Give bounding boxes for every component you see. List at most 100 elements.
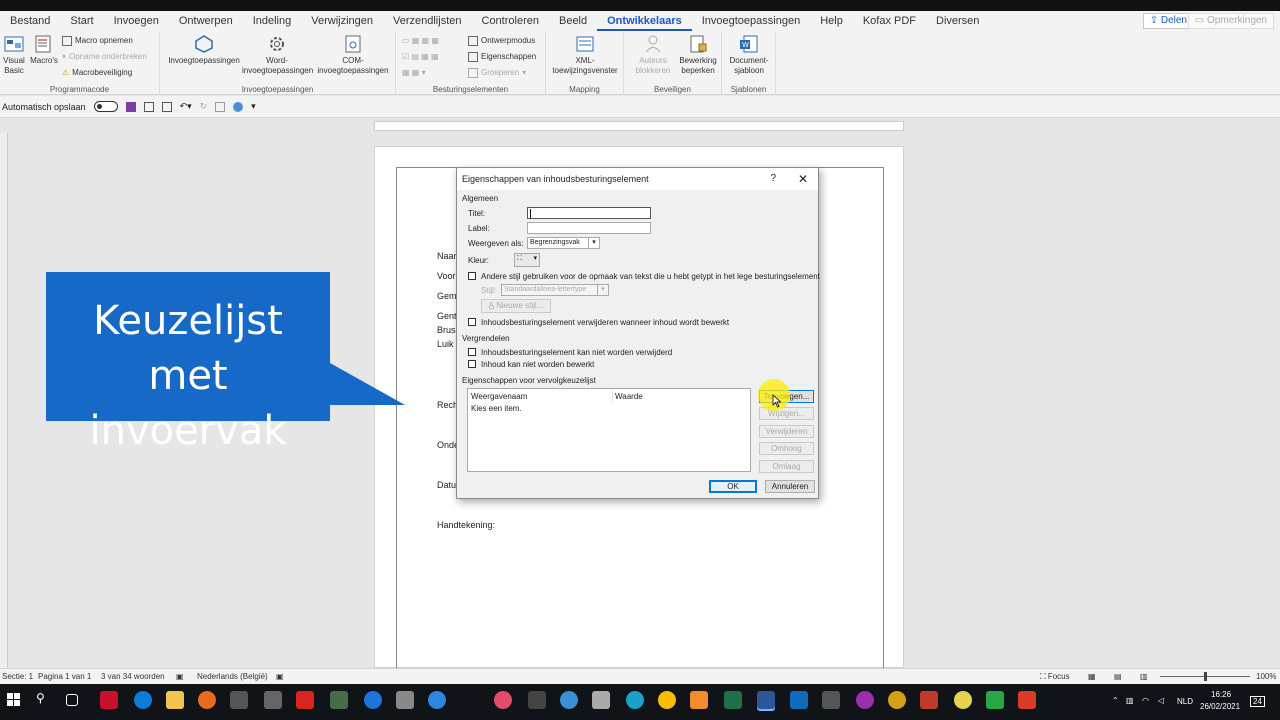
group-button[interactable]: Groeperen ▾ [468, 68, 526, 78]
remove-when-edited-checkbox[interactable] [468, 318, 476, 326]
doc-line-handtekening[interactable]: Handtekening: [437, 520, 495, 530]
read-mode-icon[interactable]: ▦ [1088, 669, 1096, 685]
input-language[interactable]: NLD [1177, 697, 1193, 706]
print-layout-icon[interactable]: ▤ [1114, 669, 1122, 685]
tab-invoegen[interactable]: Invoegen [104, 11, 169, 31]
status-word-count[interactable]: 3 van 34 woorden [101, 669, 165, 685]
app-icon-orange[interactable] [690, 691, 708, 709]
redo-icon[interactable]: ↻ [200, 101, 208, 112]
app-icon-gear[interactable] [560, 691, 578, 709]
tab-invoegtoepassingen[interactable]: Invoegtoepassingen [692, 11, 810, 31]
autosave-toggle[interactable] [93, 101, 118, 112]
word-addins-button[interactable]: Word-invoegtoepassingen [242, 34, 313, 76]
color-picker-button[interactable]: ⛶ ▾ [514, 253, 540, 267]
remove-button[interactable]: Verwijderen [759, 425, 814, 438]
com-addins-button[interactable]: COM-invoegtoepassingen [316, 34, 390, 76]
firefox-icon[interactable] [198, 691, 216, 709]
tab-ontwikkelaars[interactable]: Ontwikkelaars [597, 11, 692, 31]
search-icon[interactable]: ⚲ [36, 691, 54, 709]
app-icon-pink[interactable] [494, 691, 512, 709]
tab-start[interactable]: Start [60, 11, 103, 31]
app-icon-green-c[interactable] [986, 691, 1004, 709]
doc-line-luik[interactable]: Luik [437, 339, 454, 349]
edge-icon[interactable] [134, 691, 152, 709]
task-view-icon[interactable] [66, 694, 78, 706]
proofing-icon[interactable]: ▣ [176, 669, 184, 685]
web-layout-icon[interactable]: ▥ [1140, 669, 1148, 685]
close-button[interactable]: ✕ [798, 168, 808, 190]
app-icon-lemon[interactable] [954, 691, 972, 709]
app-icon-teal[interactable] [626, 691, 644, 709]
word-icon[interactable] [757, 691, 775, 709]
app-icon-blue[interactable] [428, 691, 446, 709]
design-mode-button[interactable]: Ontwerpmodus [468, 36, 535, 46]
chrome-icon[interactable] [658, 691, 676, 709]
doc-line-gemeente[interactable]: Gem [437, 291, 457, 301]
visual-basic-button[interactable]: Visual Basic [2, 34, 26, 76]
app-icon-green[interactable] [330, 691, 348, 709]
clock-date[interactable]: 26/02/2021 [1200, 702, 1240, 711]
print-icon[interactable] [215, 101, 226, 112]
xml-mapping-button[interactable]: XML-toewijzingsvenster [550, 34, 620, 76]
controls-row-3[interactable]: ▦ ▦ ▾ [402, 68, 426, 78]
wifi-icon[interactable]: ◠ [1142, 696, 1149, 705]
tab-diversen[interactable]: Diversen [926, 11, 989, 31]
app-icon-cloud[interactable] [592, 691, 610, 709]
addins-button[interactable]: Invoegtoepassingen [166, 34, 242, 66]
acrobat-icon[interactable] [296, 691, 314, 709]
style-select[interactable]: Standaardalinea-lettertype ▾ [501, 284, 609, 296]
internet-explorer-icon[interactable] [364, 691, 382, 709]
tab-kofax-pdf[interactable]: Kofax PDF [853, 11, 926, 31]
horizontal-ruler[interactable] [374, 121, 904, 131]
tab-bestand[interactable]: Bestand [0, 11, 60, 31]
windows-start-icon[interactable] [5, 691, 23, 709]
zoom-slider-thumb[interactable] [1204, 672, 1207, 681]
move-up-button[interactable]: Omhoog [759, 442, 814, 455]
app-icon-dark[interactable] [528, 691, 546, 709]
title-input[interactable] [527, 207, 651, 219]
tab-controleren[interactable]: Controleren [472, 11, 549, 31]
tab-ontwerpen[interactable]: Ontwerpen [169, 11, 243, 31]
tab-verzendlijsten[interactable]: Verzendlijsten [383, 11, 472, 31]
picture-icon[interactable] [143, 101, 154, 112]
outlook-icon[interactable] [790, 691, 808, 709]
status-page[interactable]: Pagina 1 van 1 [38, 669, 91, 685]
tag-input[interactable] [527, 222, 651, 234]
doc-line-datum[interactable]: Datu [437, 480, 456, 490]
tab-indeling[interactable]: Indeling [243, 11, 302, 31]
tab-help[interactable]: Help [810, 11, 853, 31]
cancel-button[interactable]: Annuleren [765, 480, 815, 493]
list-item[interactable]: Kies een item. [471, 404, 522, 413]
controls-row-1[interactable]: ▭ ▦ ▦ ▦ [402, 36, 439, 46]
globe-icon[interactable] [233, 101, 244, 112]
macros-button[interactable]: Macro's [30, 34, 58, 66]
app-icon-circle[interactable] [396, 691, 414, 709]
lock-edit-checkbox[interactable] [468, 360, 476, 368]
excel-icon[interactable] [724, 691, 742, 709]
help-button[interactable]: ? [770, 168, 776, 190]
app-icon-calendar[interactable] [920, 691, 938, 709]
column-header-display-name[interactable]: Weergavenaam [471, 392, 527, 401]
doc-line-rechten[interactable]: Rech [437, 400, 458, 410]
record-macro-button[interactable]: Macro opnemen [62, 36, 133, 46]
app-icon-yellow[interactable] [888, 691, 906, 709]
doc-line-voornaam[interactable]: Voor [437, 271, 456, 281]
block-authors-button[interactable]: Auteurs blokkeren [628, 34, 678, 76]
volume-icon[interactable]: ◁ [1158, 696, 1164, 705]
controls-row-2[interactable]: ☑ ▤ ▦ ▦ [402, 52, 439, 62]
ok-button[interactable]: OK [709, 480, 757, 493]
new-style-button[interactable]: A̲ Nieuwe stijl... [481, 299, 551, 313]
dropdown-list-box[interactable]: Weergavenaam Waarde Kies een item. [467, 388, 751, 472]
copy-icon[interactable] [161, 101, 172, 112]
restrict-editing-button[interactable]: Bewerking beperken [676, 34, 720, 76]
store-icon[interactable] [230, 691, 248, 709]
lock-delete-checkbox[interactable] [468, 348, 476, 356]
focus-button[interactable]: ⛶ Focus [1040, 669, 1070, 685]
share-button[interactable]: ⇪ Delen [1142, 13, 1194, 29]
properties-button[interactable]: Eigenschappen [468, 52, 536, 62]
file-explorer-icon[interactable] [166, 691, 184, 709]
macro-security-button[interactable]: ⚠ Macrobeveiliging [62, 68, 132, 78]
document-template-button[interactable]: W Document-sjabloon [724, 34, 774, 76]
doc-line-gent[interactable]: Gent [437, 311, 457, 321]
app-icon-purple[interactable] [856, 691, 874, 709]
